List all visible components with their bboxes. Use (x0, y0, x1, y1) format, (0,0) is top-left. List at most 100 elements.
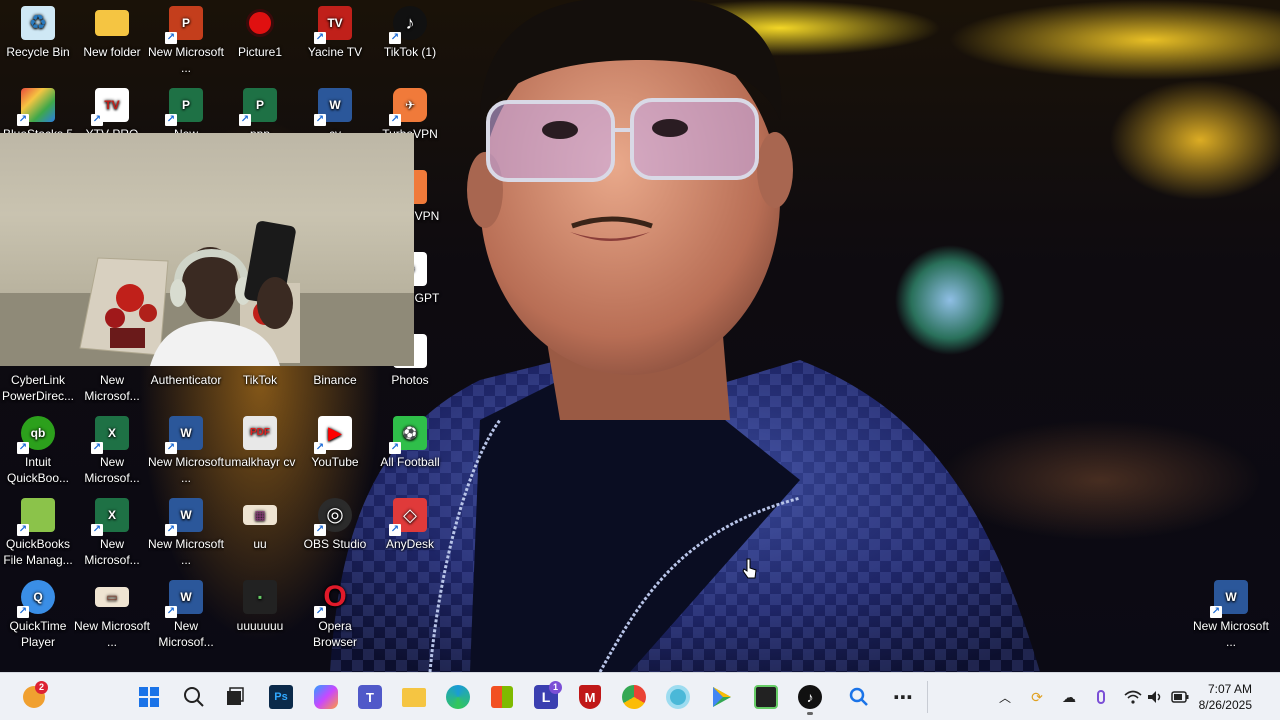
teams-icon: T (358, 685, 382, 709)
wifi-icon (1124, 690, 1142, 704)
taskbar-mcafee[interactable]: M (572, 679, 608, 715)
desktop-icon-label: New Microsoft ... (74, 619, 150, 649)
webcam-feed (0, 221, 414, 366)
desktop-icon-picture1[interactable]: Picture1 (222, 2, 298, 84)
desktop-icon-word-file[interactable]: W New Microsoft ... (148, 412, 224, 494)
desktop-icon-quickbooks-file-manager[interactable]: QuickBooks File Manag... (0, 494, 76, 576)
taskbar-file-explorer[interactable] (396, 679, 432, 715)
desktop-icon-youtube[interactable]: ▶ YouTube (297, 412, 373, 494)
mic-tray[interactable] (1089, 685, 1113, 709)
project-file-icon: P (165, 88, 203, 126)
desktop-icon-label: Authenticator (150, 373, 222, 387)
wifi-tray[interactable] (1121, 685, 1145, 709)
quickbooks-file-manager-icon (17, 498, 55, 536)
desktop-icon-excel-file[interactable]: X New Microsof... (74, 494, 150, 576)
clock-date: 8/26/2025 (1198, 698, 1252, 712)
desktop-icon-opera[interactable]: O Opera Browser (297, 576, 373, 658)
desktop-icon-quickbooks[interactable]: qb Intuit QuickBoo... (0, 412, 76, 494)
start-button[interactable] (131, 679, 167, 715)
store-icon (491, 686, 513, 708)
desktop-icon-quicktime[interactable]: Q QuickTime Player (0, 576, 76, 658)
desktop-icon-recycle-bin[interactable]: ♻ Recycle Bin (0, 2, 76, 84)
desktop-icon-label: All Football (380, 455, 440, 469)
desktop-icon-label: New Microsoft ... (148, 455, 224, 485)
desktop-icon-label: Photos (391, 373, 429, 387)
excel-file-icon: X (91, 498, 129, 536)
microphone-icon (1097, 690, 1105, 704)
taskbar-edge[interactable] (440, 679, 476, 715)
recycle-bin-icon: ♻ (21, 6, 55, 40)
word-file-icon: W (165, 498, 203, 536)
desktop-icon-new-folder[interactable]: New folder (74, 2, 150, 84)
word-file-icon: W (1210, 580, 1248, 618)
taskbar-app-dark[interactable] (748, 679, 784, 715)
desktop-icon-label: New Microsoft ... (148, 45, 224, 75)
video-file-icon: ▪ (243, 580, 277, 614)
taskbar-teams[interactable]: T (352, 679, 388, 715)
taskbar-store[interactable] (484, 679, 520, 715)
taskbar: 2 Ps T L 1 M ♪ ⋯ ︿ ⟳ ☁ 7:07 AM 8/26/2025 (0, 672, 1280, 720)
desktop-icon-powerpoint[interactable]: P New Microsoft ... (148, 2, 224, 84)
cloud-icon: ☁ (1062, 688, 1076, 705)
play-store-icon (713, 687, 731, 707)
football-icon: ⚽ (389, 416, 427, 454)
desktop-icon-label: YouTube (311, 455, 359, 469)
powerpoint-file-icon: P (165, 6, 203, 44)
desktop-icon-excel-file[interactable]: X New Microsof... (74, 412, 150, 494)
tv-app-icon: TV (314, 6, 352, 44)
show-hidden-icons-button[interactable]: ︿ (993, 685, 1017, 709)
taskbar-search-button[interactable] (176, 679, 212, 715)
app-circle-icon (666, 685, 690, 709)
windows-logo-icon (139, 687, 159, 707)
desktop-icon-uuuuuuu[interactable]: ▪ uuuuuuu (222, 576, 298, 658)
desktop-icon-label: New Microsof... (84, 537, 140, 567)
desktop-icon-label: umalkhayr cv (224, 455, 296, 469)
taskbar-more-button[interactable]: ⋯ (885, 679, 921, 715)
task-view-button[interactable] (217, 679, 253, 715)
tiktok-icon: ♪ (389, 6, 427, 44)
taskbar-app-circle[interactable] (660, 679, 696, 715)
desktop-icon-word-file[interactable]: W New Microsoft ... (148, 494, 224, 576)
weather-widget[interactable]: 2 (16, 679, 52, 715)
anydesk-icon: ◇ (389, 498, 427, 536)
tiktok-icon: ♪ (798, 685, 822, 709)
desktop-icon-all-football[interactable]: ⚽ All Football (372, 412, 448, 494)
desktop-icon-tiktok-1[interactable]: ♪ TikTok (1) (372, 2, 448, 84)
taskbar-chrome[interactable] (616, 679, 652, 715)
desktop-icon-obs-studio[interactable]: ◎ OBS Studio (297, 494, 373, 576)
taskbar-tiktok[interactable]: ♪ (792, 679, 828, 715)
desktop-icon-anydesk[interactable]: ◇ AnyDesk (372, 494, 448, 576)
desktop-icon-umalkhayr-cv[interactable]: PDF umalkhayr cv (222, 412, 298, 494)
app-grid-icon (754, 685, 778, 709)
desktop-icon-yacine-tv[interactable]: TV Yacine TV (297, 2, 373, 84)
sync-tray[interactable]: ⟳ (1025, 685, 1049, 709)
volume-icon (1148, 691, 1161, 703)
system-clock[interactable]: 7:07 AM 8/26/2025 (1182, 681, 1252, 713)
desktop-icon-word-file-right[interactable]: W New Microsoft ... (1193, 576, 1269, 658)
webcam-overlay (0, 133, 414, 366)
desktop-icon-word-file[interactable]: W New Microsof... (148, 576, 224, 658)
taskbar-l-app[interactable]: L 1 (528, 679, 564, 715)
pdf-file-icon: PDF (243, 416, 277, 450)
archive-file-icon: ▦ (243, 505, 277, 525)
edge-icon (446, 685, 470, 709)
desktop-icon-label: New Microsof... (84, 373, 140, 403)
desktop-icon-new-microsoft-access[interactable]: ▭ New Microsoft ... (74, 576, 150, 658)
chevron-up-icon: ︿ (998, 690, 1011, 705)
taskbar-play-store[interactable] (704, 679, 740, 715)
taskbar-photoshop[interactable]: Ps (263, 679, 299, 715)
desktop-icon-label: QuickBooks File Manag... (3, 537, 73, 567)
volume-tray[interactable] (1144, 685, 1168, 709)
desktop-icon-label: New folder (83, 45, 141, 59)
taskbar-copilot[interactable] (308, 679, 344, 715)
desktop-icon-label: Opera Browser (312, 619, 357, 649)
desktop-icon-label: uu (253, 537, 267, 551)
desktop-icon-label: Intuit QuickBoo... (6, 455, 70, 485)
taskbar-search-app[interactable] (841, 679, 877, 715)
turbovpn-icon: ✈ (389, 88, 427, 126)
word-file-icon: W (165, 580, 203, 618)
mcafee-shield-icon: M (579, 685, 601, 709)
onedrive-tray[interactable]: ☁ (1057, 685, 1081, 709)
desktop-icon-uu[interactable]: ▦ uu (222, 494, 298, 576)
project-file-icon: P (239, 88, 277, 126)
